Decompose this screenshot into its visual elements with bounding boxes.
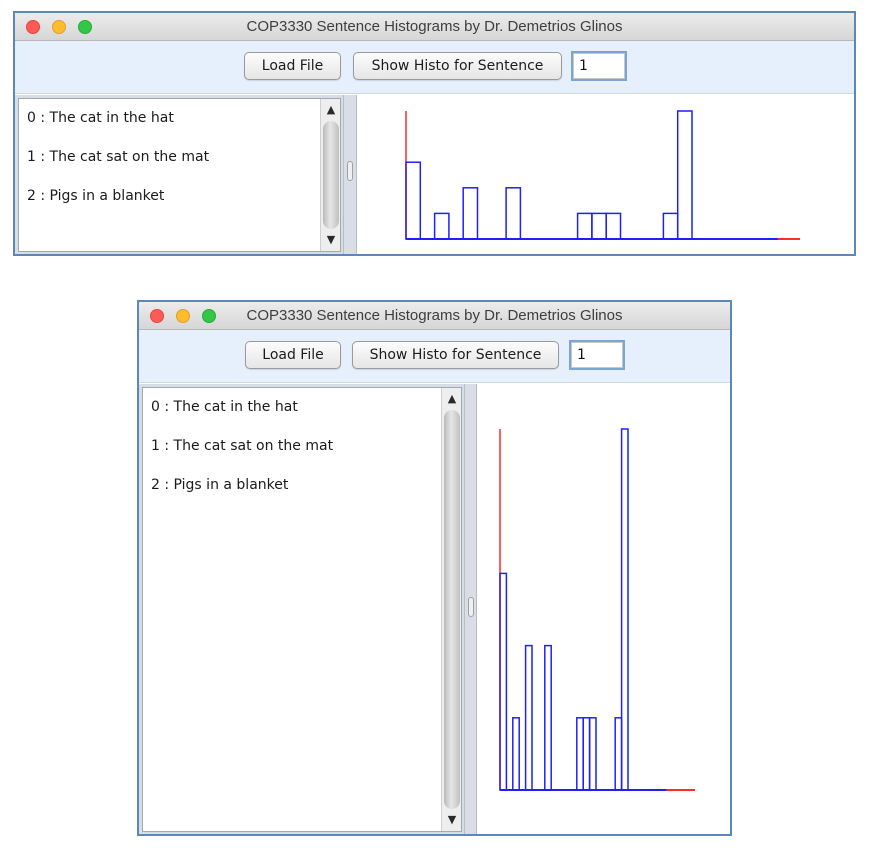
histogram-bar-e bbox=[462, 187, 479, 240]
list-item[interactable]: 0 : The cat in the hat bbox=[27, 110, 174, 126]
list-item[interactable]: 1 : The cat sat on the mat bbox=[27, 149, 209, 165]
histogram-chart bbox=[405, 110, 800, 240]
list-item[interactable]: 1 : The cat sat on the mat bbox=[151, 438, 333, 454]
list-scrollbar[interactable]: ▲ ▼ bbox=[320, 99, 340, 251]
histogram-bar-o bbox=[605, 212, 622, 240]
histogram-bar-o bbox=[588, 717, 597, 791]
histogram-panel bbox=[477, 384, 730, 834]
sentence-index-input[interactable]: 1 bbox=[571, 51, 627, 81]
window-title: COP3330 Sentence Histograms by Dr. Demet… bbox=[246, 307, 623, 324]
show-histo-button[interactable]: Show Histo for Sentence bbox=[353, 52, 562, 80]
split-pane: 0 : The cat in the hat 1 : The cat sat o… bbox=[15, 95, 854, 254]
histogram-panel bbox=[357, 95, 854, 254]
app-window-wide: COP3330 Sentence Histograms by Dr. Demet… bbox=[13, 11, 856, 256]
split-divider[interactable] bbox=[343, 95, 357, 254]
list-item[interactable]: 0 : The cat in the hat bbox=[151, 399, 298, 415]
list-scrollbar[interactable]: ▲ ▼ bbox=[441, 388, 461, 831]
histogram-bar-s bbox=[662, 212, 679, 240]
sentence-list[interactable]: 0 : The cat in the hat 1 : The cat sat o… bbox=[142, 387, 462, 832]
load-file-button[interactable]: Load File bbox=[244, 52, 341, 80]
split-divider[interactable] bbox=[464, 384, 477, 834]
histogram-chart bbox=[499, 428, 695, 791]
show-histo-button[interactable]: Show Histo for Sentence bbox=[352, 341, 559, 369]
histogram-bar-h bbox=[544, 644, 552, 791]
histogram-bar-c bbox=[433, 212, 450, 240]
load-file-button[interactable]: Load File bbox=[245, 341, 341, 369]
scroll-down-arrow-icon[interactable]: ▼ bbox=[442, 811, 462, 829]
histogram-bar-n bbox=[591, 212, 607, 240]
scroll-thumb[interactable] bbox=[323, 121, 339, 229]
histogram-bar-s bbox=[614, 717, 623, 791]
scroll-up-arrow-icon[interactable]: ▲ bbox=[321, 101, 341, 119]
divider-grip-icon[interactable] bbox=[467, 597, 474, 617]
histogram-bar-m bbox=[576, 717, 584, 791]
sentence-list[interactable]: 0 : The cat in the hat 1 : The cat sat o… bbox=[18, 98, 341, 252]
histogram-bar-m bbox=[576, 212, 593, 240]
scroll-down-arrow-icon[interactable]: ▼ bbox=[321, 231, 341, 249]
title-bar[interactable]: COP3330 Sentence Histograms by Dr. Demet… bbox=[139, 302, 730, 330]
histogram-bar-a bbox=[405, 161, 422, 240]
list-item[interactable]: 2 : Pigs in a blanket bbox=[27, 188, 164, 204]
app-window-tall: COP3330 Sentence Histograms by Dr. Demet… bbox=[137, 300, 732, 836]
list-item[interactable]: 2 : Pigs in a blanket bbox=[151, 477, 288, 493]
histogram-bar-c bbox=[512, 717, 520, 791]
window-title: COP3330 Sentence Histograms by Dr. Demet… bbox=[246, 18, 623, 35]
histogram-bar-n bbox=[582, 717, 591, 791]
scroll-thumb[interactable] bbox=[444, 410, 460, 809]
toolbar: Load File Show Histo for Sentence 1 bbox=[139, 330, 730, 383]
toolbar: Load File Show Histo for Sentence 1 bbox=[15, 41, 854, 94]
histogram-bar-t bbox=[620, 428, 629, 791]
scroll-up-arrow-icon[interactable]: ▲ bbox=[442, 390, 462, 408]
histogram-bar-a bbox=[499, 572, 508, 791]
split-pane: 0 : The cat in the hat 1 : The cat sat o… bbox=[139, 384, 730, 834]
histogram-bar-e bbox=[524, 644, 533, 791]
sentence-index-input[interactable]: 1 bbox=[569, 340, 625, 370]
histogram-bar-h bbox=[505, 187, 522, 240]
title-bar[interactable]: COP3330 Sentence Histograms by Dr. Demet… bbox=[15, 13, 854, 41]
divider-grip-icon[interactable] bbox=[347, 161, 353, 181]
histogram-bar-t bbox=[676, 110, 693, 240]
